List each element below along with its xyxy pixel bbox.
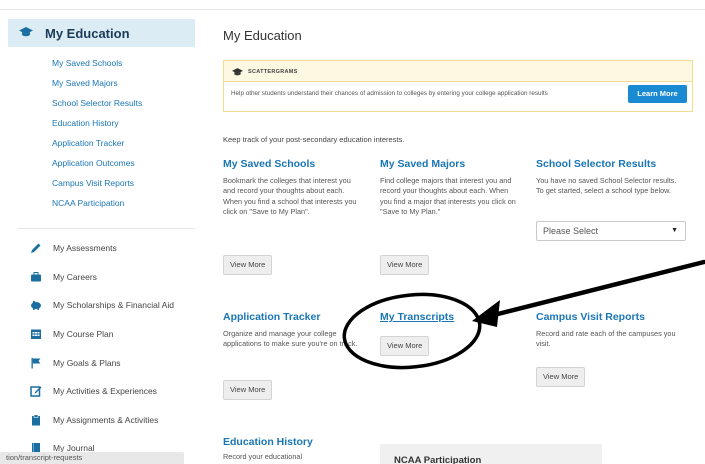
sidebar-header-title: My Education	[45, 25, 130, 41]
card-saved-schools: My Saved Schools Bookmark the colleges t…	[223, 158, 363, 217]
main-content: My Education SCATTERGRAMS Help other stu…	[223, 0, 705, 464]
sidebar-item-education-history[interactable]: Education History	[52, 116, 142, 136]
sidebar-item-school-selector-results[interactable]: School Selector Results	[52, 96, 142, 116]
card-title-saved-majors[interactable]: My Saved Majors	[380, 158, 520, 170]
nav-item-my-assignments-activities[interactable]: My Assignments & Activities	[30, 406, 174, 435]
view-more-saved-schools-button[interactable]: View More	[223, 255, 273, 275]
nav-label: My Careers	[53, 271, 97, 282]
school-type-select[interactable]: Please Select ▼	[536, 221, 686, 241]
nav-item-my-goals-plans[interactable]: My Goals & Plans	[30, 348, 174, 377]
nav-item-my-course-plan[interactable]: My Course Plan	[30, 320, 174, 349]
card-desc: Organize and manage your college applica…	[223, 329, 358, 349]
sidebar-item-application-tracker[interactable]: Application Tracker	[52, 136, 142, 156]
nav-item-my-careers[interactable]: My Careers	[30, 263, 174, 292]
sidebar-item-application-outcomes[interactable]: Application Outcomes	[52, 156, 142, 176]
nav-item-my-assessments[interactable]: My Assessments	[30, 234, 174, 263]
nav-label: My Scholarships & Financial Aid	[53, 300, 174, 311]
edit-square-icon	[30, 386, 42, 398]
select-value: Please Select	[543, 226, 599, 236]
sidebar-item-my-saved-majors[interactable]: My Saved Majors	[52, 76, 142, 96]
page-title: My Education	[223, 28, 302, 43]
graduation-cap-icon	[19, 26, 33, 40]
ncaa-participation-panel: NCAA Participation	[380, 444, 602, 464]
sidebar-divider	[18, 228, 195, 229]
graduation-cap-icon	[232, 68, 243, 76]
card-title-my-transcripts[interactable]: My Transcripts	[380, 311, 520, 323]
learn-more-button[interactable]: Learn More	[628, 85, 687, 103]
card-title-saved-schools[interactable]: My Saved Schools	[223, 158, 363, 170]
card-school-selector: School Selector Results You have no save…	[536, 158, 686, 197]
scattergrams-banner: SCATTERGRAMS Help other students underst…	[223, 60, 693, 112]
nav-item-my-activities-experiences[interactable]: My Activities & Experiences	[30, 377, 174, 406]
education-submenu: My Saved Schools My Saved Majors School …	[52, 56, 142, 216]
nav-item-my-scholarships[interactable]: My Scholarships & Financial Aid	[30, 291, 174, 320]
calendar-icon	[31, 329, 41, 340]
intro-text: Keep track of your post-secondary educat…	[223, 135, 405, 144]
nav-label: My Assessments	[53, 243, 117, 254]
sidebar-header-my-education[interactable]: My Education	[8, 19, 195, 47]
card-campus-visits: Campus Visit Reports Record and rate eac…	[536, 311, 686, 350]
card-title-school-selector[interactable]: School Selector Results	[536, 158, 686, 170]
view-more-transcripts-button[interactable]: View More	[380, 336, 430, 356]
view-more-application-tracker-button[interactable]: View More	[223, 380, 273, 400]
nav-label: My Goals & Plans	[53, 357, 121, 368]
card-transcripts: My Transcripts	[380, 311, 520, 323]
sidebar-item-campus-visit-reports[interactable]: Campus Visit Reports	[52, 176, 142, 196]
briefcase-icon	[31, 271, 41, 282]
clipboard-icon	[32, 414, 40, 426]
card-education-history: Education History Record your educationa…	[223, 436, 363, 462]
card-desc: Bookmark the colleges that interest you …	[223, 176, 357, 216]
scattergrams-text: Help other students understand their cha…	[231, 90, 548, 97]
sidebar-item-ncaa-participation[interactable]: NCAA Participation	[52, 196, 142, 216]
pencil-icon	[31, 243, 41, 254]
card-application-tracker: Application Tracker Organize and manage …	[223, 311, 363, 350]
piggy-bank-icon	[31, 301, 41, 311]
view-more-saved-majors-button[interactable]: View More	[380, 255, 430, 275]
card-saved-majors: My Saved Majors Find college majors that…	[380, 158, 520, 217]
main-nav: My Assessments My Careers My Scholarship…	[30, 234, 174, 463]
dropdown-arrow-icon: ▼	[671, 227, 678, 234]
view-more-campus-visits-button[interactable]: View More	[536, 367, 586, 387]
nav-label: My Activities & Experiences	[53, 386, 157, 397]
ncaa-participation-title[interactable]: NCAA Participation	[394, 455, 481, 464]
card-desc: Record your educational	[223, 452, 303, 461]
sidebar-item-my-saved-schools[interactable]: My Saved Schools	[52, 56, 142, 76]
card-title-campus-visits[interactable]: Campus Visit Reports	[536, 311, 686, 323]
scattergrams-header: SCATTERGRAMS	[232, 67, 298, 77]
card-desc: Find college majors that interest you an…	[380, 176, 516, 216]
card-desc: Record and rate each of the campuses you…	[536, 329, 676, 349]
card-desc: You have no saved School Selector result…	[536, 176, 677, 196]
scattergrams-body: Help other students understand their cha…	[224, 81, 692, 111]
status-url-bar: tion/transcript-requests	[0, 452, 184, 464]
card-title-education-history[interactable]: Education History	[223, 436, 363, 448]
nav-label: My Course Plan	[53, 329, 114, 340]
sidebar: My Education My Saved Schools My Saved M…	[0, 0, 195, 464]
nav-label: My Assignments & Activities	[53, 414, 159, 425]
flag-icon	[31, 357, 41, 369]
card-title-application-tracker[interactable]: Application Tracker	[223, 311, 363, 323]
scattergrams-label: SCATTERGRAMS	[248, 69, 298, 75]
